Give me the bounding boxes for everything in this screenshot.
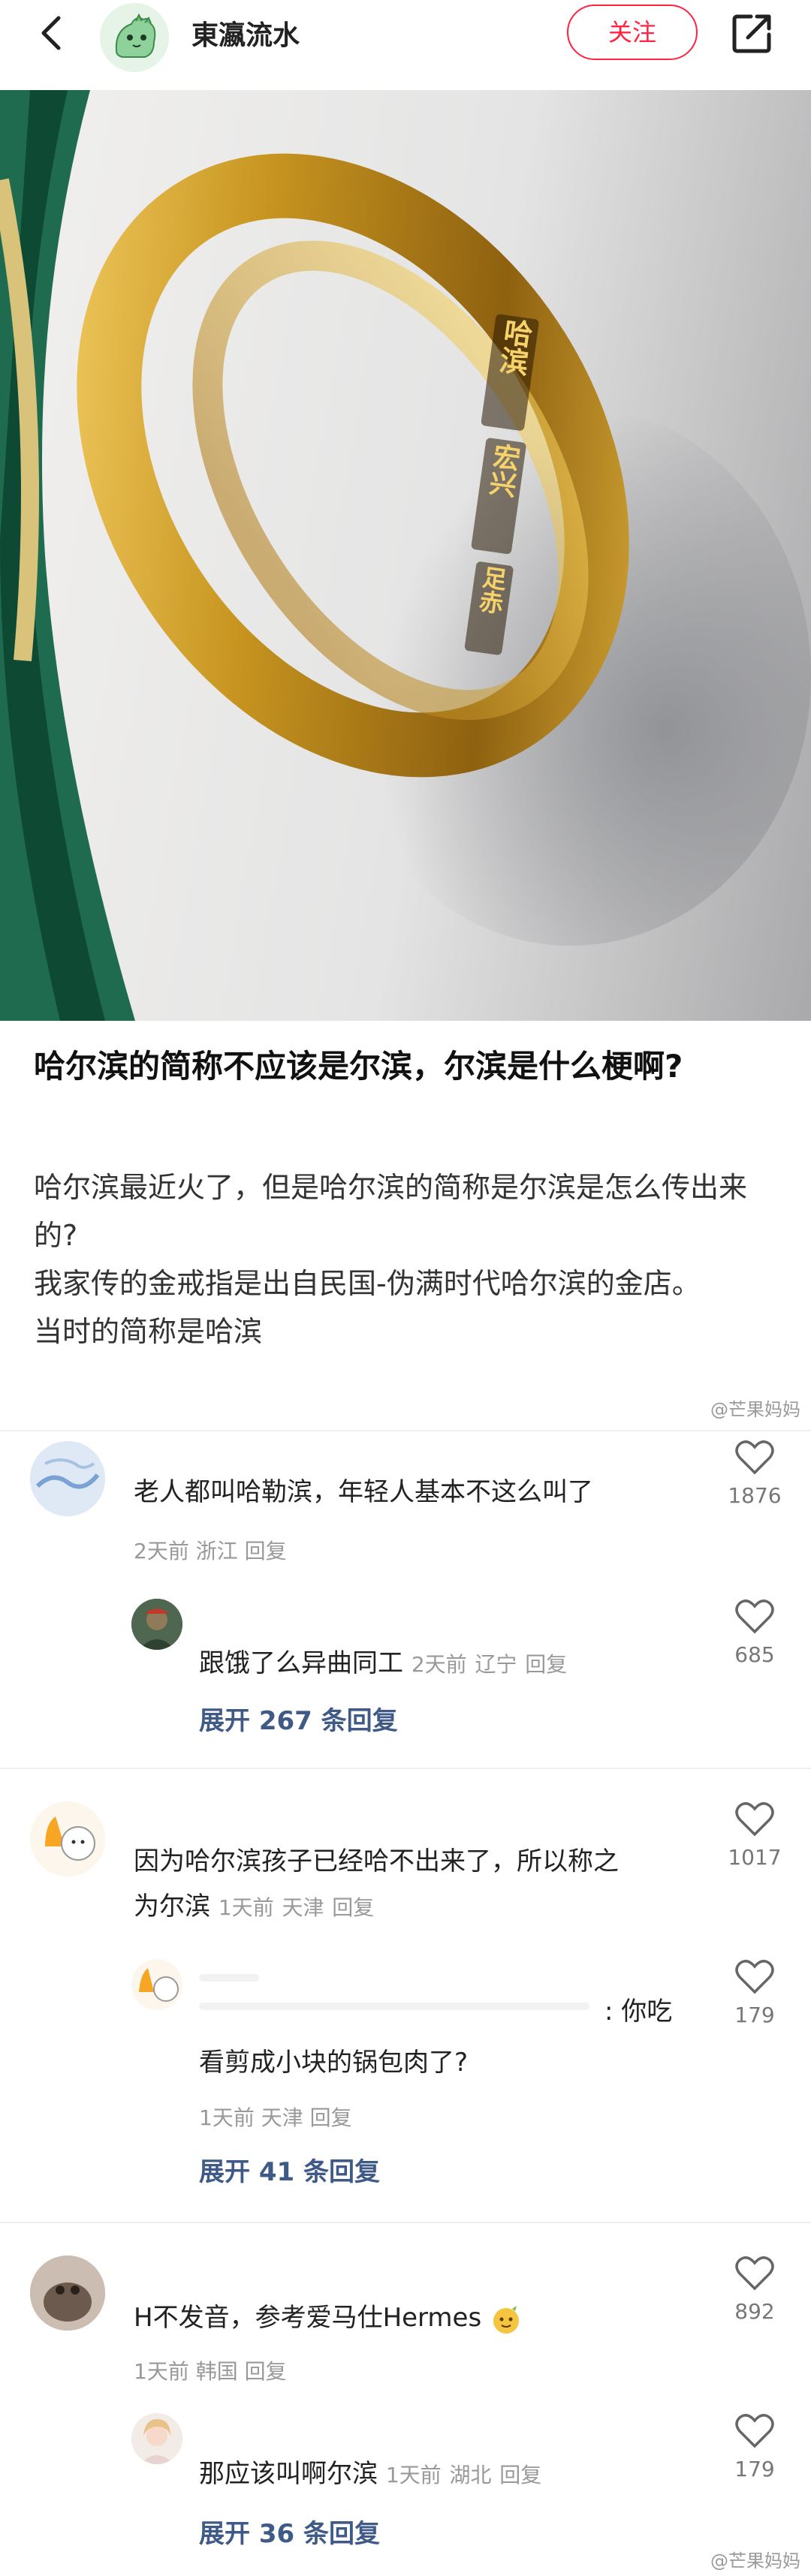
girl-avatar-icon xyxy=(131,2413,182,2464)
cartoon-avatar-icon xyxy=(131,1959,182,2010)
reply-time: 2天前 xyxy=(411,1652,467,1677)
comment-location: 韩国 xyxy=(195,2359,238,2384)
like-button[interactable]: 1876 xyxy=(721,1440,788,1508)
post-photo[interactable]: 哈滨 宏兴 足赤 xyxy=(0,90,811,1021)
heart-icon xyxy=(735,1960,774,1994)
commenter-avatar[interactable] xyxy=(30,1801,105,1876)
chevron-left-icon[interactable] xyxy=(30,11,75,56)
comment-time: 1天前 xyxy=(218,1895,274,1920)
redacted-text xyxy=(199,2003,589,2010)
comment-line: 因为哈尔滨孩子已经哈不出来了，所以称之 xyxy=(134,1846,619,1876)
like-count: 892 xyxy=(734,2299,775,2324)
comment-time: 1天前 xyxy=(134,2359,189,2384)
like-count: 685 xyxy=(734,1642,775,1667)
comment-content: H不发音，参考爱马仕Hermes xyxy=(134,2303,482,2333)
reply-text: 跟饿了么异曲同工 2天前 辽宁 回复 xyxy=(199,1641,567,1687)
heart-icon xyxy=(735,1599,774,1634)
watermark: @芒果妈妈 xyxy=(710,1399,800,1420)
post-line: 哈尔滨最近火了，但是哈尔滨的简称是尔滨是怎么传出来的? xyxy=(34,1171,748,1252)
reply-meta: 1天前 天津 回复 xyxy=(199,2102,352,2132)
divider xyxy=(0,2222,811,2223)
watermark: @芒果妈妈 xyxy=(710,2550,800,2571)
post-line: 当时的简称是哈滨 xyxy=(34,1315,263,1348)
comment-location: 天津 xyxy=(282,1895,324,1920)
expand-replies-button[interactable]: 展开 36 条回复 xyxy=(199,2513,380,2550)
dinosaur-avatar-icon xyxy=(100,3,169,72)
heart-icon xyxy=(735,2414,774,2448)
commenter-avatar[interactable] xyxy=(30,2256,105,2331)
reply-location: 辽宁 xyxy=(475,1652,517,1677)
reply-button[interactable]: 回复 xyxy=(310,2105,352,2130)
comment-location: 浙江 xyxy=(195,1539,238,1563)
like-count: 1017 xyxy=(728,1845,782,1870)
commenter-avatar[interactable] xyxy=(30,1441,105,1516)
reply-location: 湖北 xyxy=(449,2463,492,2487)
like-button[interactable]: 179 xyxy=(721,1959,788,2027)
comment-line-with-meta: 为尔滨 1天前 天津 回复 xyxy=(134,1884,704,1930)
comment-meta: 2天前 浙江 回复 xyxy=(134,1535,287,1565)
reply-text: 那应该叫啊尔滨 1天前 湖北 回复 xyxy=(199,2451,541,2498)
comment-text: 老人都叫哈勒滨，年轻人基本不这么叫了 xyxy=(134,1477,593,1507)
cartoon-avatar-icon xyxy=(30,1801,105,1876)
like-button[interactable]: 179 xyxy=(721,2413,788,2481)
like-button[interactable]: 1017 xyxy=(721,1801,788,1870)
author-avatar[interactable] xyxy=(100,3,169,72)
reply-avatar[interactable] xyxy=(131,2413,182,2464)
reply-avatar[interactable] xyxy=(131,1959,182,2010)
map-avatar-icon xyxy=(30,1441,105,1516)
comment-text: H不发音，参考爱马仕Hermes xyxy=(134,2295,523,2340)
like-count: 179 xyxy=(734,2003,775,2027)
comment-time: 2天前 xyxy=(134,1539,189,1563)
expand-replies-button[interactable]: 展开 41 条回复 xyxy=(199,2151,380,2188)
divider xyxy=(0,1430,811,1431)
reply-content: 那应该叫啊尔滨 xyxy=(199,2459,378,2489)
emoji-icon xyxy=(493,2305,519,2334)
follow-button[interactable]: 关注 xyxy=(567,5,698,60)
comment-text: 因为哈尔滨孩子已经哈不出来了，所以称之 为尔滨 1天前 天津 回复 xyxy=(134,1839,704,1930)
reply-location: 天津 xyxy=(261,2105,303,2130)
reply-time: 1天前 xyxy=(385,2463,442,2487)
post-line: 我家传的金戒指是出自民国-伪满时代哈尔滨的金店。 xyxy=(34,1267,701,1300)
comment-meta: 1天前 韩国 回复 xyxy=(134,2355,287,2385)
post-title: 哈尔滨的简称不应该是尔滨，尔滨是什么梗啊? xyxy=(34,1048,683,1085)
author-name[interactable]: 東瀛流水 xyxy=(191,14,300,53)
reply-button[interactable]: 回复 xyxy=(332,1895,374,1920)
heart-icon xyxy=(735,1440,774,1475)
cat-avatar-icon xyxy=(30,2256,105,2331)
share-icon[interactable] xyxy=(728,9,776,57)
reply-avatar[interactable] xyxy=(131,1599,182,1650)
comment-line: 为尔滨 xyxy=(134,1891,210,1921)
like-count: 1876 xyxy=(728,1483,782,1508)
gold-ring-photo: 哈滨 宏兴 足赤 xyxy=(0,90,811,1021)
top-bar: 東瀛流水 关注 xyxy=(0,0,811,89)
reply-button[interactable]: 回复 xyxy=(499,2463,541,2487)
reply-text: : 你吃 xyxy=(604,1997,673,2027)
post-body: 哈尔滨最近火了，但是哈尔滨的简称是尔滨是怎么传出来的? 我家传的金戒指是出自民国… xyxy=(34,1163,777,1356)
reply-time: 1天前 xyxy=(199,2105,255,2130)
reply-button[interactable]: 回复 xyxy=(245,2359,287,2384)
like-button[interactable]: 685 xyxy=(721,1599,788,1667)
reply-text: 看剪成小块的锅包肉了? xyxy=(199,2048,469,2078)
redacted-username xyxy=(199,1974,259,1982)
reply-button[interactable]: 回复 xyxy=(245,1539,287,1563)
reply-button[interactable]: 回复 xyxy=(525,1652,567,1677)
like-button[interactable]: 892 xyxy=(721,2256,788,2324)
expand-replies-button[interactable]: 展开 267 条回复 xyxy=(199,1700,398,1737)
reply-content: 跟饿了么异曲同工 xyxy=(199,1648,403,1678)
like-count: 179 xyxy=(734,2457,775,2481)
divider xyxy=(0,1768,811,1769)
heart-icon xyxy=(735,1802,774,1837)
soldier-avatar-icon xyxy=(131,1599,182,1650)
heart-icon xyxy=(735,2256,774,2291)
